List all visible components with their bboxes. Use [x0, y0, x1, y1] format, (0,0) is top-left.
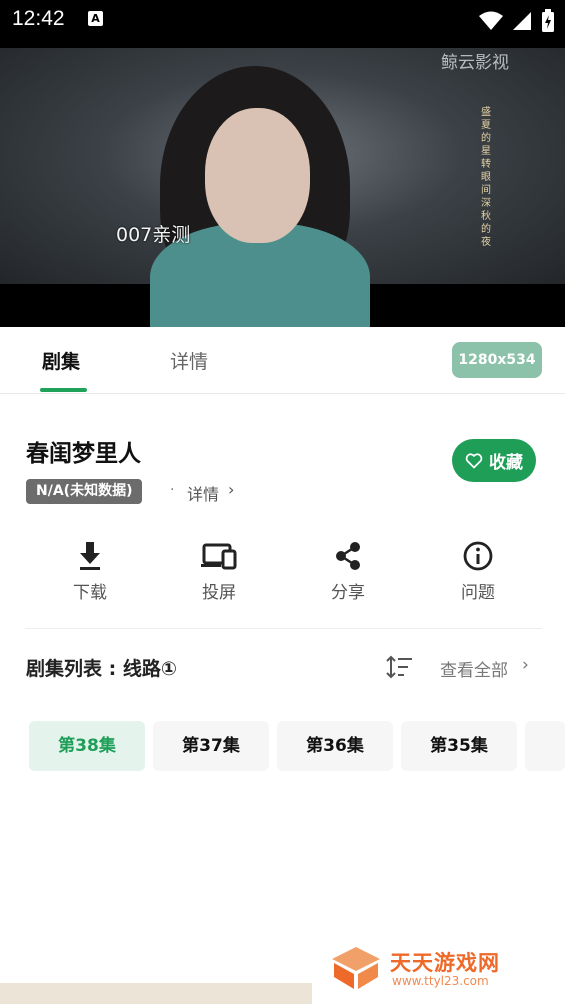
site-watermark-title: 天天游戏网	[390, 951, 500, 975]
wifi-icon	[479, 11, 503, 30]
status-time: 12:42	[12, 7, 65, 30]
meta-separator: ·	[170, 482, 175, 498]
signal-icon	[513, 12, 531, 30]
heart-icon	[465, 452, 483, 468]
notification-icon: A	[88, 11, 103, 26]
tab-episodes[interactable]: 剧集	[42, 347, 80, 374]
download-button[interactable]: 下载	[25, 540, 155, 603]
sort-icon[interactable]	[385, 655, 413, 679]
download-icon	[80, 542, 100, 570]
show-title: 春闺梦里人	[26, 441, 141, 467]
download-label: 下载	[73, 583, 107, 603]
episode-list-title: 剧集列表 : 线路①	[26, 658, 177, 680]
battery-icon	[542, 9, 554, 32]
video-watermark: 鲸云影视	[441, 53, 509, 73]
site-logo-icon	[332, 947, 380, 989]
section-divider	[25, 628, 542, 629]
cast-icon	[201, 543, 237, 570]
video-player[interactable]: 鲸云影视 007亲测 盛夏的星 转眼间 深秋的夜	[0, 48, 565, 327]
site-watermark-url: www.ttyl23.com	[392, 974, 489, 988]
video-poem: 盛夏的星 转眼间 深秋的夜	[481, 107, 491, 248]
favorite-label: 收藏	[489, 453, 523, 473]
chevron-right-icon[interactable]: ›	[228, 480, 234, 499]
episode-item-partial[interactable]	[525, 721, 565, 771]
episode-item-37[interactable]: 第37集	[153, 721, 269, 771]
video-caption: 007亲测	[116, 224, 191, 246]
episode-item-38[interactable]: 第38集	[29, 721, 145, 771]
status-bar: 12:42 A	[0, 0, 565, 48]
action-row: 下载 投屏 分享 问题	[25, 540, 542, 610]
share-icon	[336, 542, 360, 570]
resolution-badge: 1280x534	[452, 342, 542, 378]
tab-active-indicator	[40, 388, 87, 392]
video-frame[interactable]: 鲸云影视 007亲测 盛夏的星 转眼间 深秋的夜	[0, 48, 565, 327]
cast-label: 投屏	[202, 583, 236, 603]
video-figure-face	[205, 108, 310, 243]
info-icon	[463, 541, 493, 571]
cast-button[interactable]: 投屏	[154, 540, 284, 603]
episode-item-35[interactable]: 第35集	[401, 721, 517, 771]
tab-details[interactable]: 详情	[170, 347, 208, 374]
report-button[interactable]: 问题	[413, 540, 543, 603]
chevron-right-icon[interactable]: ›	[522, 655, 529, 675]
share-button[interactable]: 分享	[283, 540, 413, 603]
report-label: 问题	[461, 583, 495, 603]
favorite-button[interactable]: 收藏	[452, 439, 536, 482]
bottom-strip	[0, 983, 312, 1004]
tab-bar: 剧集 详情 1280x534	[0, 327, 565, 394]
status-icons	[479, 9, 555, 33]
view-all-link[interactable]: 查看全部	[440, 656, 508, 681]
share-label: 分享	[331, 583, 365, 603]
episode-item-36[interactable]: 第36集	[277, 721, 393, 771]
rating-tag: N/A(未知数据)	[26, 479, 143, 504]
details-link[interactable]: 详情	[187, 481, 219, 505]
